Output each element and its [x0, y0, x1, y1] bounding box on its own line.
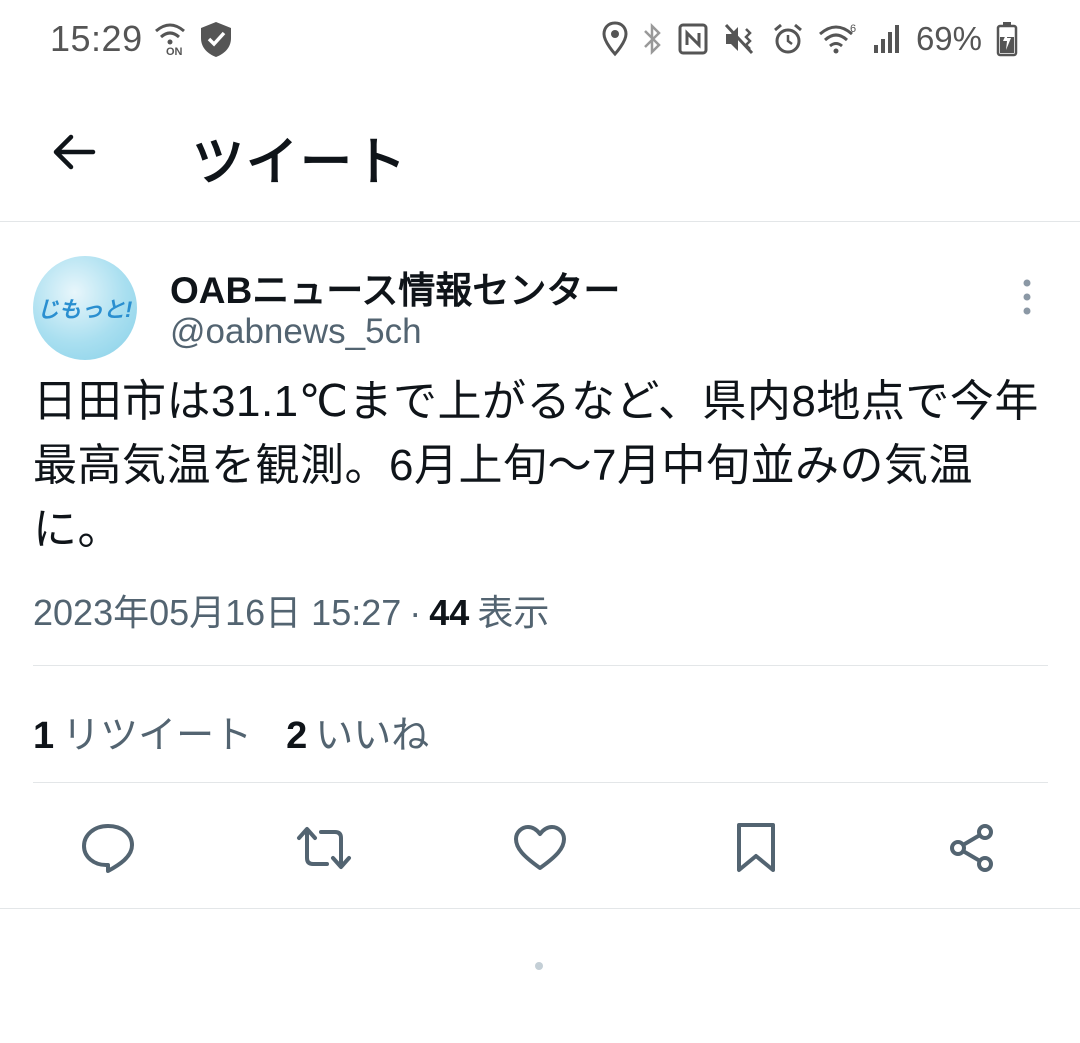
header-divider	[0, 221, 1080, 222]
scroll-indicator-dot	[535, 962, 543, 970]
wifi-icon: 6	[818, 22, 858, 56]
status-left-icons: ON	[152, 20, 234, 58]
tweet-timestamp[interactable]: 2023年05月16日 15:27	[33, 584, 401, 636]
likes-stat[interactable]: 2 いいね	[286, 704, 429, 759]
signal-icon	[872, 23, 902, 55]
location-icon	[602, 21, 628, 57]
likes-label: いいね	[315, 715, 430, 757]
avatar[interactable]: じもっと!	[33, 256, 137, 360]
views-count: 44	[429, 592, 470, 633]
page-title: ツイート	[192, 134, 409, 192]
avatar-logo-text: じもっと!	[37, 297, 133, 322]
tweet-text: 日田市は31.1℃まで上がるなど、県内8地点で今年最高気温を観測。6月上旬～7月…	[33, 377, 1039, 554]
like-icon	[513, 824, 567, 872]
retweet-button[interactable]	[294, 818, 354, 878]
share-button[interactable]	[942, 818, 1002, 878]
reply-icon	[81, 822, 135, 874]
nfc-icon	[678, 23, 708, 55]
retweets-stat[interactable]: 1 リツイート	[33, 704, 252, 759]
like-button[interactable]	[510, 818, 570, 878]
alarm-icon	[772, 22, 804, 56]
bookmark-icon	[735, 822, 777, 874]
reply-button[interactable]	[78, 818, 138, 878]
meta-separator: ·	[409, 592, 422, 633]
meta-divider	[33, 665, 1048, 666]
retweets-count: 1	[33, 715, 55, 757]
svg-text:6: 6	[850, 23, 856, 35]
svg-text:ON: ON	[166, 46, 183, 57]
share-icon	[947, 823, 997, 873]
author-name[interactable]: OABニュース情報センター	[170, 260, 620, 314]
tweet-meta: 2023年05月16日 15:27 · 44 表示	[33, 584, 549, 636]
likes-count: 2	[286, 715, 308, 757]
stats-divider	[33, 782, 1048, 783]
actions-divider	[0, 908, 1080, 909]
bookmark-button[interactable]	[726, 818, 786, 878]
engagement-stats: 1 リツイート 2 いいね	[33, 704, 429, 759]
more-vertical-icon	[1012, 278, 1042, 318]
author-handle[interactable]: @oabnews_5ch	[170, 312, 422, 352]
retweet-icon	[295, 824, 353, 872]
status-right-icons: 6 69%	[602, 20, 1018, 58]
shield-check-icon	[198, 20, 234, 58]
arrow-left-icon	[51, 132, 97, 172]
bluetooth-icon	[642, 21, 664, 57]
back-button[interactable]	[44, 122, 104, 182]
views-label: 表示	[477, 592, 550, 633]
more-options-button[interactable]	[1012, 278, 1042, 318]
status-time: 15:29	[50, 18, 143, 59]
wifi-calling-on-icon: ON	[152, 21, 188, 57]
retweets-label: リツイート	[62, 715, 253, 757]
battery-percent: 69%	[915, 20, 982, 57]
vibrate-icon	[722, 21, 758, 57]
battery-charging-icon	[996, 21, 1018, 57]
